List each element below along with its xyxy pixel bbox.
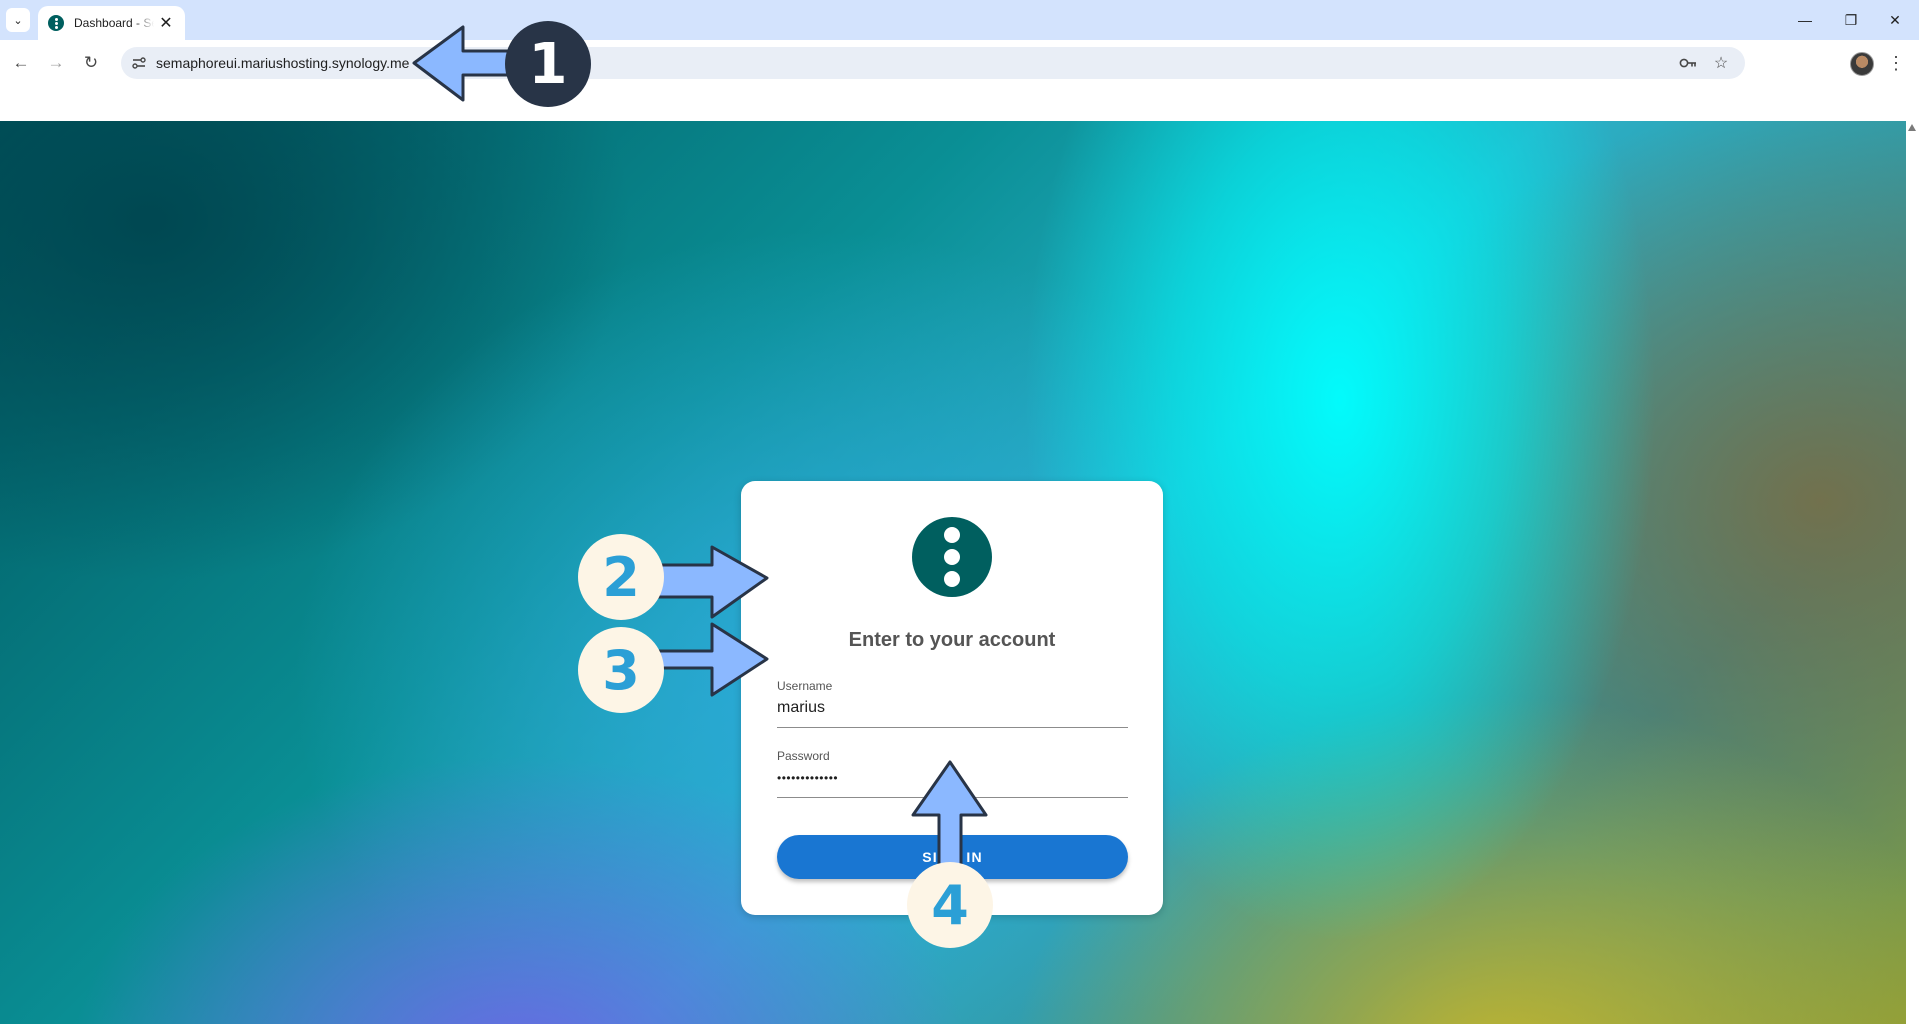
annotation-callout-3: 3 (578, 627, 664, 713)
annotation-callout-2: 2 (578, 534, 664, 620)
annotation-arrow-2 (653, 545, 769, 619)
annotation-callout-1: 1 (505, 21, 591, 107)
annotation-arrow-4 (911, 760, 988, 872)
annotation-arrow-3 (653, 622, 769, 697)
annotation-callout-4: 4 (907, 862, 993, 948)
